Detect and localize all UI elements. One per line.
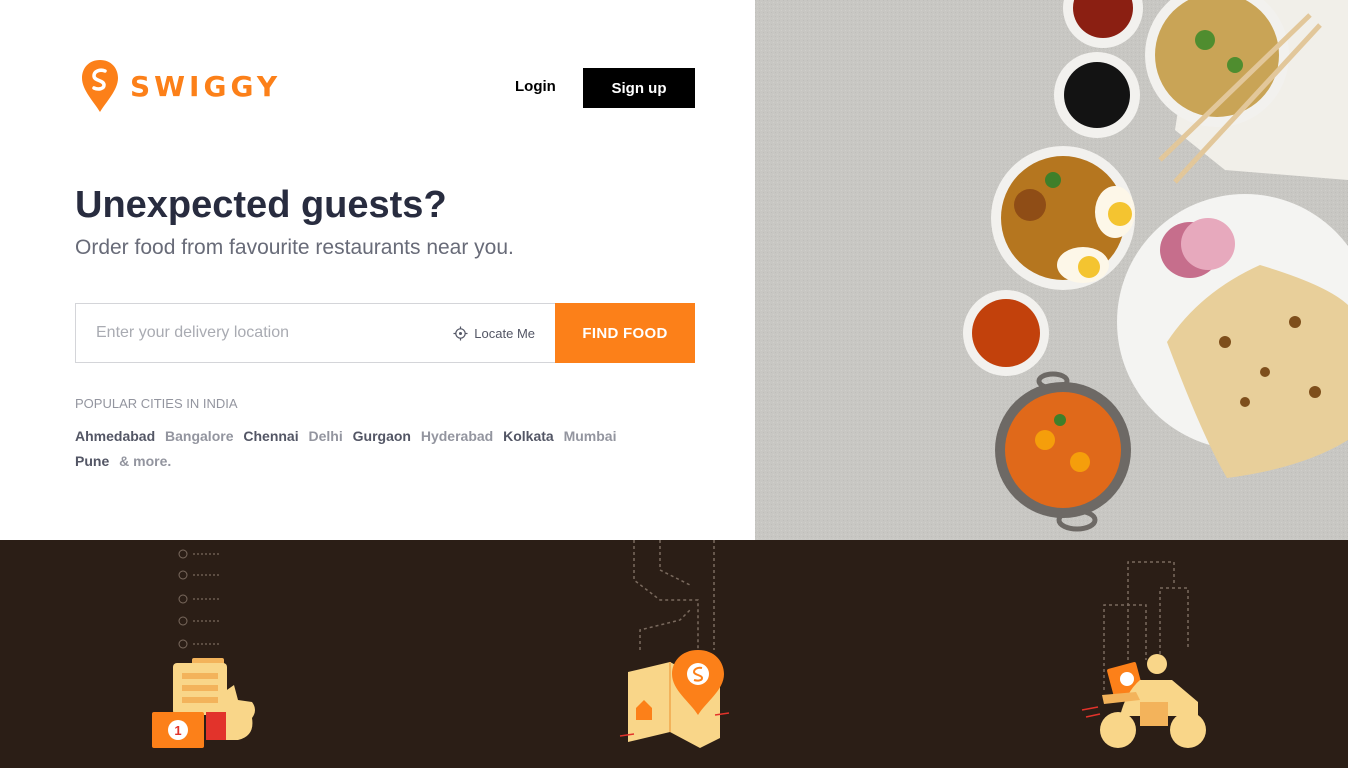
city-link-bangalore[interactable]: Bangalore <box>165 424 233 449</box>
city-link-hyderabad[interactable]: Hyderabad <box>421 424 493 449</box>
food-spread-illustration <box>755 0 1348 540</box>
brand-name: SWIGGY <box>130 69 282 103</box>
features-band: 1 <box>0 540 1348 768</box>
city-link-ahmedabad[interactable]: Ahmedabad <box>75 424 155 449</box>
order-menu-thumbs-up-icon: 1 <box>152 549 255 748</box>
city-link-pune[interactable]: Pune <box>75 449 109 474</box>
hero-panel: SWIGGY Login Sign up Unexpected guests? … <box>0 0 755 540</box>
city-link-kolkata[interactable]: Kolkata <box>503 424 554 449</box>
signup-button[interactable]: Sign up <box>583 68 695 108</box>
locate-me-button[interactable]: Locate Me <box>453 326 535 341</box>
svg-text:1: 1 <box>174 723 181 738</box>
delivery-location-input[interactable] <box>96 324 454 342</box>
find-food-button[interactable]: FIND FOOD <box>555 303 695 363</box>
city-link-gurgaon[interactable]: Gurgaon <box>353 424 411 449</box>
hero-title: Unexpected guests? <box>75 184 447 226</box>
swiggy-logo[interactable]: SWIGGY <box>80 58 281 114</box>
location-search-box: Locate Me <box>75 303 555 363</box>
map-location-pin-icon <box>619 540 730 748</box>
swiggy-pin-logo-icon <box>82 60 118 112</box>
location-search: Locate Me FIND FOOD <box>75 303 695 363</box>
login-link[interactable]: Login <box>515 78 556 95</box>
hero-subtitle: Order food from favourite restaurants ne… <box>75 236 514 259</box>
city-link-delhi[interactable]: Delhi <box>309 424 343 449</box>
city-link-chennai[interactable]: Chennai <box>243 424 298 449</box>
more-cities-link[interactable]: & more. <box>119 449 171 474</box>
popular-cities-title: POPULAR CITIES IN INDIA <box>75 396 238 411</box>
features-illustrations: 1 <box>152 540 1206 748</box>
popular-cities-list: Ahmedabad Bangalore Chennai Delhi Gurgao… <box>75 424 655 474</box>
hero-food-image <box>755 0 1348 540</box>
crosshair-icon <box>453 325 468 341</box>
locate-me-label: Locate Me <box>474 325 535 341</box>
delivery-scooter-icon <box>1081 561 1206 748</box>
city-link-mumbai[interactable]: Mumbai <box>564 424 617 449</box>
